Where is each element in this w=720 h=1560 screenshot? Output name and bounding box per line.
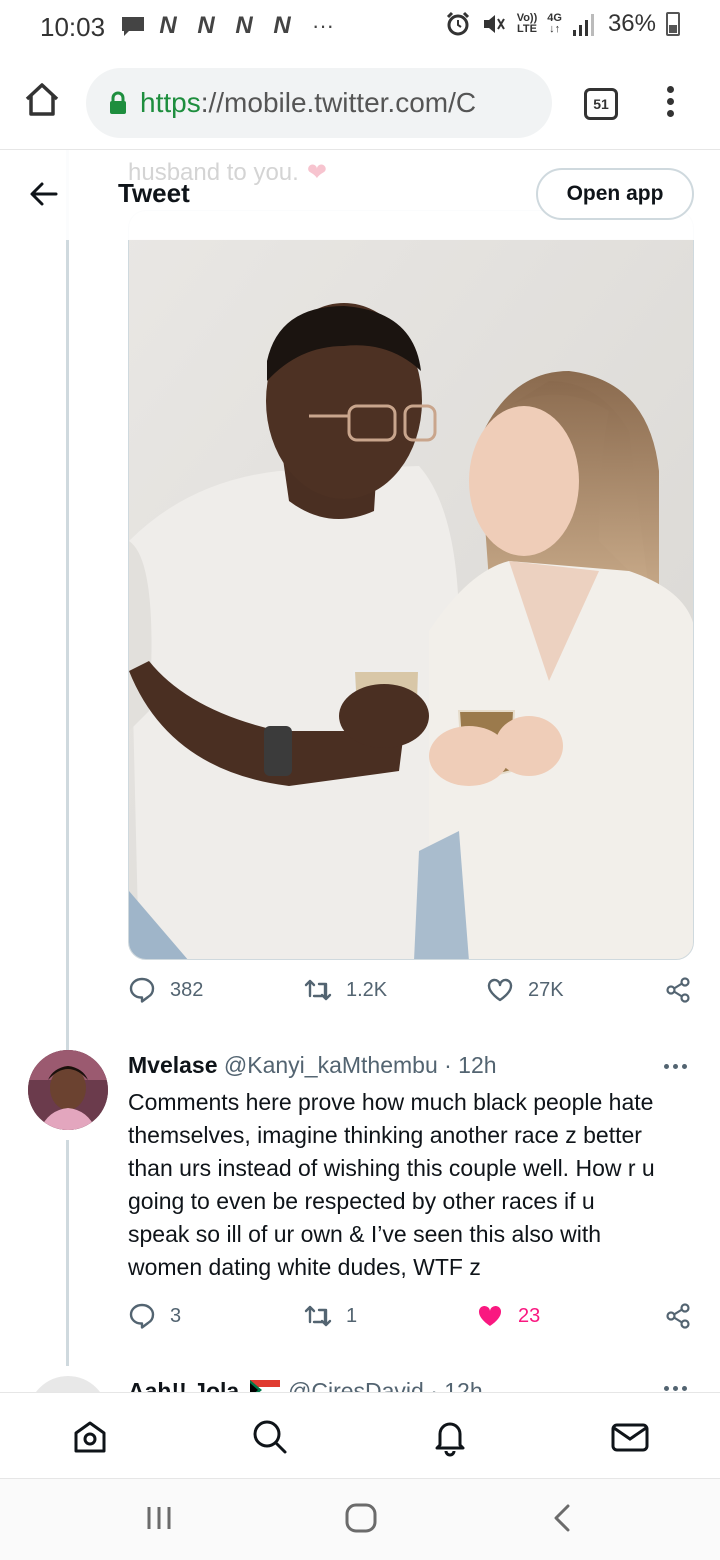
status-bar: 10:03 N N N N ··· Vo)) LTE 4G ↓↑ 36% (0, 0, 720, 58)
reply-handle-time[interactable]: @Kanyi_kaMthembu · 12h (224, 1052, 497, 1078)
next-tweet-preview[interactable]: Aah!! Jola @CiresDavid · 12h (0, 1366, 720, 1392)
home-button-icon[interactable] (344, 1503, 378, 1533)
avatar-image (28, 1050, 108, 1130)
retweet-icon (304, 979, 332, 1001)
share-button[interactable] (664, 1302, 692, 1330)
url-text: https://mobile.twitter.com/C (140, 87, 477, 118)
south-africa-flag-icon (250, 1380, 280, 1392)
search-icon[interactable] (250, 1417, 290, 1457)
lock-icon (110, 91, 126, 114)
like-count: 27K (528, 978, 564, 1001)
reply-icon (129, 1303, 155, 1329)
bottom-navigation (0, 1392, 720, 1478)
thread-line (66, 1140, 69, 1366)
system-navigation-bar (0, 1478, 720, 1560)
notification-n-icon: N (159, 12, 177, 39)
signal-icon (572, 14, 594, 36)
volte-indicator: Vo)) LTE (516, 12, 538, 35)
battery-icon (666, 12, 680, 36)
system-icons: Vo)) LTE 4G ↓↑ 36% (445, 10, 680, 38)
tab-switcher-button[interactable]: 51 (584, 88, 618, 120)
retweet-icon (304, 1305, 332, 1327)
share-icon (666, 977, 690, 1003)
share-button[interactable] (664, 976, 692, 1004)
back-arrow-icon[interactable] (28, 180, 60, 208)
more-notifications-icon: ··· (312, 13, 334, 38)
home-icon[interactable] (22, 80, 62, 120)
heart-icon (487, 978, 513, 1002)
reply-text: Comments here prove how much black peopl… (128, 1089, 655, 1280)
next-tweet-author: Aah!! Jola (128, 1378, 240, 1392)
mute-icon (483, 15, 505, 33)
thread-line (66, 150, 69, 1050)
page-title: Tweet (118, 178, 190, 208)
address-bar[interactable]: https://mobile.twitter.com/C (86, 68, 552, 138)
network-type: 4G ↓↑ (547, 12, 562, 35)
reply-button[interactable]: 382 (128, 976, 203, 1004)
message-icon (122, 17, 144, 36)
notification-icons: N N N N ··· (120, 12, 334, 40)
heart-filled-icon (478, 1305, 502, 1326)
reply-button[interactable]: 3 (128, 1302, 181, 1330)
reply-icon (129, 977, 155, 1003)
open-app-button[interactable]: Open app (536, 168, 694, 220)
reply-header: Mvelase @Kanyi_kaMthembu · 12h (128, 1052, 497, 1079)
browser-toolbar: https://mobile.twitter.com/C 51 (0, 58, 720, 150)
notifications-bell-icon[interactable] (430, 1417, 470, 1457)
reply-count: 3 (170, 1304, 182, 1327)
retweet-count: 1.2K (346, 978, 388, 1001)
reply-author-name[interactable]: Mvelase (128, 1052, 218, 1078)
notification-n-icon: N (273, 12, 291, 39)
like-count: 23 (518, 1304, 541, 1327)
more-options-icon[interactable] (664, 1386, 687, 1391)
reply-actions: 3 1 23 (128, 1302, 694, 1342)
back-button-icon[interactable] (550, 1503, 576, 1533)
browser-menu-icon[interactable] (662, 86, 678, 122)
like-button[interactable]: 23 (476, 1302, 540, 1330)
recent-apps-icon[interactable] (144, 1503, 174, 1533)
next-tweet-handle-time: @CiresDavid · 12h (288, 1378, 483, 1392)
notification-n-icon: N (197, 12, 215, 39)
reply-count: 382 (170, 978, 204, 1001)
retweet-button[interactable]: 1.2K (304, 976, 387, 1004)
like-button[interactable]: 27K (486, 976, 564, 1004)
avatar[interactable] (28, 1050, 108, 1130)
retweet-button[interactable]: 1 (304, 1302, 357, 1330)
messages-envelope-icon[interactable] (610, 1417, 650, 1457)
avatar (28, 1376, 108, 1392)
retweet-count: 1 (346, 1304, 358, 1327)
status-time: 10:03 (40, 12, 106, 42)
alarm-icon (446, 11, 469, 36)
home-icon[interactable] (70, 1417, 110, 1457)
notification-n-icon: N (235, 12, 253, 39)
more-options-icon[interactable] (664, 1064, 687, 1069)
share-icon (666, 1303, 690, 1329)
tweet-actions: 382 1.2K 27K (128, 976, 694, 1016)
tweet-photo[interactable] (128, 210, 694, 960)
couple-photo-image (129, 211, 693, 959)
battery-percent: 36% (607, 10, 656, 37)
